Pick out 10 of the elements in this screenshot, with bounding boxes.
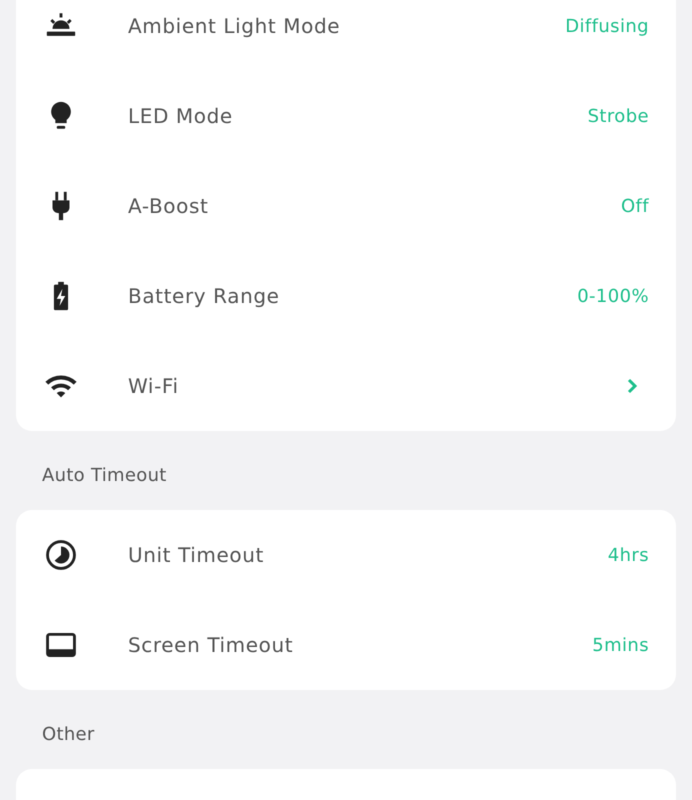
clock-icon [44, 538, 78, 572]
setting-label[interactable]: Ambient Light Mode [128, 14, 566, 38]
setting-label[interactable]: A-Boost [128, 194, 621, 218]
setting-label[interactable]: Unit Timeout [128, 543, 608, 567]
section-header: Auto Timeout [41, 464, 168, 488]
setting-label[interactable]: Wi-Fi [128, 374, 623, 398]
setting-label[interactable]: Screen Timeout [128, 633, 592, 657]
setting-label[interactable]: Battery Range [128, 284, 578, 308]
section-header: Other [41, 723, 96, 747]
setting-label[interactable]: LED Mode [128, 104, 588, 128]
